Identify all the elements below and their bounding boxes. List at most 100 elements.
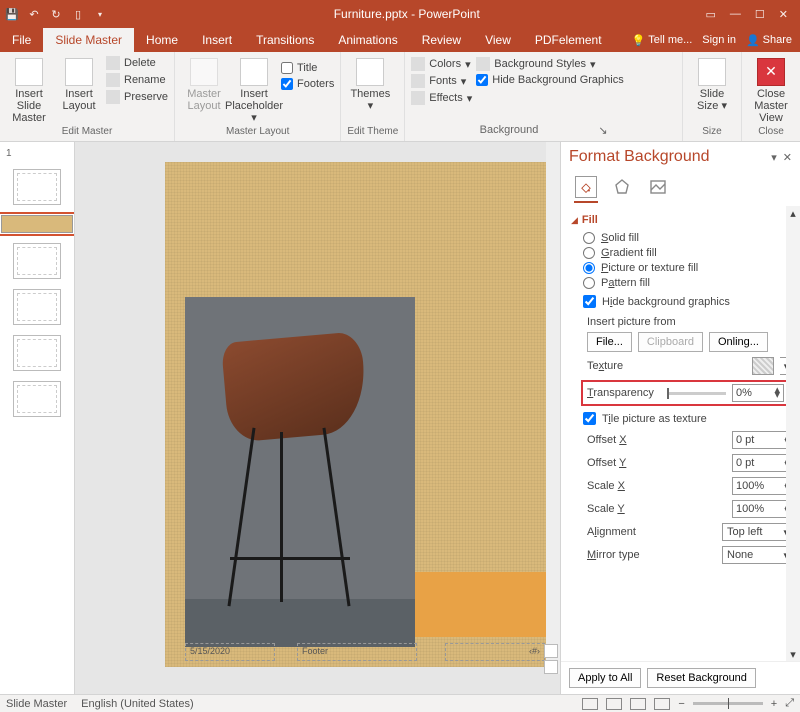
tile-checkbox[interactable]: Tile picture as texture <box>583 412 794 425</box>
master-layout-button[interactable]: Master Layout <box>181 54 227 112</box>
pane-close-icon[interactable]: ✕ <box>783 151 792 164</box>
zoom-in-button[interactable]: + <box>771 698 777 710</box>
offsety-spinner[interactable]: 0 pt▴▾ <box>732 454 794 472</box>
maximize-icon[interactable]: ☐ <box>755 8 765 21</box>
insert-slide-master-button[interactable]: Insert Slide Master <box>6 54 52 124</box>
slide-number: 1 <box>6 148 12 159</box>
footers-checkbox[interactable]: Footers <box>281 78 334 90</box>
tell-me[interactable]: 💡Tell me... <box>632 34 693 47</box>
fill-tab-icon[interactable] <box>575 176 597 198</box>
prev-slide-button[interactable] <box>544 644 558 658</box>
online-button[interactable]: Onling... <box>709 332 768 352</box>
file-button[interactable]: File... <box>587 332 632 352</box>
minimize-icon[interactable]: — <box>730 8 741 21</box>
picture-tab-icon[interactable] <box>647 176 669 198</box>
gradient-fill-radio[interactable]: Gradient fill <box>583 247 794 259</box>
ribbon-options-icon[interactable]: ▭ <box>706 8 716 21</box>
save-icon[interactable]: 💾 <box>4 6 20 22</box>
mirror-select[interactable]: None▾ <box>722 546 794 564</box>
delete-button[interactable]: Delete <box>106 56 168 70</box>
background-styles-dropdown[interactable]: Background Styles ▾ <box>476 57 623 71</box>
master-thumbnail[interactable] <box>13 169 61 205</box>
reading-view-button[interactable] <box>630 698 646 710</box>
mirror-label: Mirror type <box>587 549 716 561</box>
offsetx-spinner[interactable]: 0 pt▴▾ <box>732 431 794 449</box>
preserve-button[interactable]: Preserve <box>106 90 168 104</box>
fonts-dropdown[interactable]: Fonts ▾ <box>411 74 472 88</box>
normal-view-button[interactable] <box>582 698 598 710</box>
layout-thumbnail-3[interactable] <box>13 289 61 325</box>
hide-bg-graphics-checkbox[interactable]: Hide background graphics <box>583 295 794 308</box>
date-placeholder[interactable]: 5/15/2020 <box>185 643 275 661</box>
tab-slide-master[interactable]: Slide Master <box>43 28 134 52</box>
redo-icon[interactable]: ↻ <box>48 6 64 22</box>
slide[interactable]: 5/15/2020 Footer ‹#› <box>165 162 560 667</box>
tab-insert[interactable]: Insert <box>190 28 244 52</box>
tab-animations[interactable]: Animations <box>326 28 409 52</box>
share-button[interactable]: 👤Share <box>746 34 792 47</box>
footer-placeholder[interactable]: Footer <box>297 643 417 661</box>
slide-size-button[interactable]: Slide Size ▾ <box>689 54 735 112</box>
window-controls: ▭ — ☐ ✕ <box>706 8 789 21</box>
pattern-fill-radio[interactable]: Pattern fill <box>583 277 794 289</box>
transparency-slider[interactable] <box>667 392 726 395</box>
transparency-spinner[interactable]: 0%▴▾ <box>732 384 784 402</box>
zoom-slider[interactable] <box>693 702 763 705</box>
dialog-launcher-icon[interactable]: ↘ <box>598 124 607 137</box>
slidenum-placeholder[interactable]: ‹#› <box>445 643 545 661</box>
tab-home[interactable]: Home <box>134 28 190 52</box>
close-icon[interactable]: ✕ <box>779 8 788 21</box>
sorter-view-button[interactable] <box>606 698 622 710</box>
insert-placeholder-button[interactable]: Insert Placeholder ▾ <box>231 54 277 124</box>
group-edit-master: Insert Slide Master Insert Layout Delete… <box>0 52 175 141</box>
layout-thumbnail-5[interactable] <box>13 381 61 417</box>
pane-scrollbar[interactable]: ▴▾ <box>786 206 800 661</box>
group-label: Close <box>748 126 794 139</box>
group-label: Edit Master <box>6 126 168 139</box>
layout-thumbnail-2[interactable] <box>13 243 61 279</box>
undo-icon[interactable]: ↶ <box>26 6 42 22</box>
quick-access-toolbar: 💾 ↶ ↻ ▯ ▾ <box>4 6 108 22</box>
colors-dropdown[interactable]: Colors ▾ <box>411 57 472 71</box>
alignment-select[interactable]: Top left▾ <box>722 523 794 541</box>
slideshow-view-button[interactable] <box>654 698 670 710</box>
sign-in[interactable]: Sign in <box>702 34 736 46</box>
reset-background-button[interactable]: Reset Background <box>647 668 756 688</box>
layout-thumbnail-4[interactable] <box>13 335 61 371</box>
layout-thumbnail-1[interactable] <box>1 215 73 233</box>
solid-fill-radio[interactable]: Solid fill <box>583 232 794 244</box>
themes-button[interactable]: Themes ▾ <box>347 54 393 112</box>
slide-canvas[interactable]: 5/15/2020 Footer ‹#› <box>75 142 560 694</box>
close-master-view-button[interactable]: ✕Close Master View <box>748 54 794 124</box>
texture-swatch[interactable] <box>752 357 774 375</box>
scaley-spinner[interactable]: 100%▴▾ <box>732 500 794 518</box>
tab-view[interactable]: View <box>473 28 523 52</box>
effects-tab-icon[interactable] <box>611 176 633 198</box>
transparency-row-highlighted: Transparency 0%▴▾ <box>581 380 790 406</box>
tab-file[interactable]: File <box>0 28 43 52</box>
zoom-out-button[interactable]: − <box>678 698 684 710</box>
picture-fill-radio[interactable]: Picture or texture fill <box>583 262 794 274</box>
apply-to-all-button[interactable]: Apply to All <box>569 668 641 688</box>
pane-menu-icon[interactable]: ▾ <box>771 151 777 164</box>
insert-layout-button[interactable]: Insert Layout <box>56 54 102 112</box>
tab-pdfelement[interactable]: PDFelement <box>523 28 614 52</box>
vertical-scrollbar[interactable] <box>546 142 560 674</box>
scalex-spinner[interactable]: 100%▴▾ <box>732 477 794 495</box>
window-title: Furniture.pptx - PowerPoint <box>108 7 706 21</box>
slide-image-chair <box>185 297 415 647</box>
start-slideshow-icon[interactable]: ▯ <box>70 6 86 22</box>
fit-to-window-button[interactable]: ⤢ <box>785 697 794 710</box>
preserve-icon <box>106 90 120 104</box>
bg-styles-icon <box>476 57 490 71</box>
qat-customize-icon[interactable]: ▾ <box>92 6 108 22</box>
rename-button[interactable]: Rename <box>106 73 168 87</box>
next-slide-button[interactable] <box>544 660 558 674</box>
tab-transitions[interactable]: Transitions <box>244 28 326 52</box>
hide-bg-checkbox[interactable]: Hide Background Graphics <box>476 74 623 86</box>
title-checkbox[interactable]: Title <box>281 62 334 74</box>
fill-section-header[interactable]: ◢Fill <box>571 214 794 226</box>
tab-review[interactable]: Review <box>410 28 473 52</box>
status-language[interactable]: English (United States) <box>81 698 194 710</box>
effects-dropdown[interactable]: Effects ▾ <box>411 91 472 105</box>
